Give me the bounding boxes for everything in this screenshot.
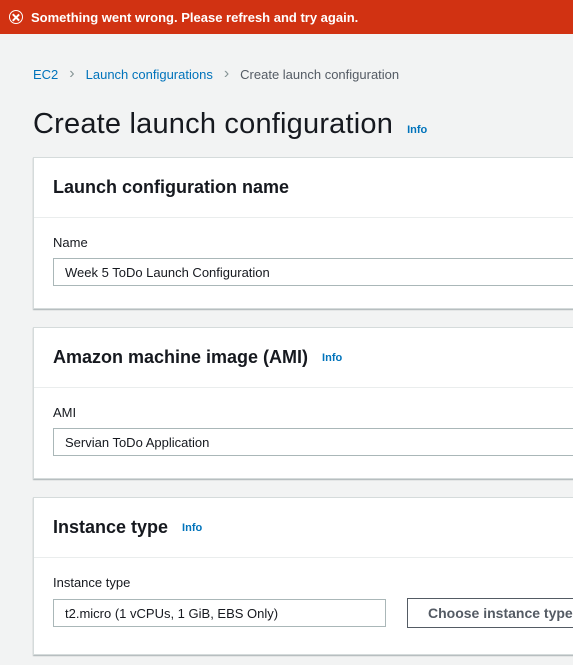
chevron-right-icon: › [223, 65, 230, 82]
name-label: Name [53, 235, 88, 250]
breadcrumb-current: Create launch configuration [240, 66, 400, 82]
panel-body: AMI Servian ToDo Application [34, 388, 573, 456]
error-message: Something went wrong. Please refresh and… [31, 9, 359, 25]
panel-header: Launch configuration name [34, 158, 573, 218]
page-info-link[interactable]: Info [407, 124, 427, 136]
instance-type-label: Instance type [53, 575, 131, 590]
panel-title: Launch configuration name [53, 177, 290, 197]
panel-header: Amazon machine image (AMI) Info [34, 328, 573, 388]
page-header: Create launch configuration Info [33, 108, 427, 141]
ami-info-link[interactable]: Info [322, 352, 342, 364]
error-circle-x-icon [9, 10, 23, 24]
ami-panel: Amazon machine image (AMI) Info AMI Serv… [33, 327, 573, 479]
breadcrumb: EC2 › Launch configurations › Create lau… [33, 64, 399, 84]
name-input[interactable]: Week 5 ToDo Launch Configuration [53, 258, 573, 286]
breadcrumb-launch-configurations-link[interactable]: Launch configurations [86, 67, 213, 82]
chevron-right-icon: › [69, 65, 75, 82]
panel-header: Instance type Info [34, 498, 573, 558]
ami-label: AMI [53, 405, 77, 420]
ami-input[interactable]: Servian ToDo Application [53, 428, 573, 456]
panel-title: Amazon machine image (AMI) [53, 347, 309, 367]
panel-body: Name Week 5 ToDo Launch Configuration [34, 218, 573, 286]
page-title: Create launch configuration [33, 108, 394, 140]
instance-type-panel: Instance type Info Instance type t2.micr… [33, 497, 573, 655]
instance-type-info-link[interactable]: Info [182, 522, 202, 534]
choose-instance-type-button[interactable]: Choose instance type [407, 598, 573, 628]
instance-type-row: t2.micro (1 vCPUs, 1 GiB, EBS Only) Choo… [53, 598, 573, 628]
breadcrumb-ec2-link[interactable]: EC2 [33, 67, 58, 82]
panel-body: Instance type t2.micro (1 vCPUs, 1 GiB, … [34, 558, 573, 628]
launch-configuration-name-panel: Launch configuration name Name Week 5 To… [33, 157, 573, 309]
error-banner: Something went wrong. Please refresh and… [0, 0, 573, 34]
instance-type-value: t2.micro (1 vCPUs, 1 GiB, EBS Only) [53, 599, 386, 627]
panel-title: Instance type [53, 517, 169, 537]
